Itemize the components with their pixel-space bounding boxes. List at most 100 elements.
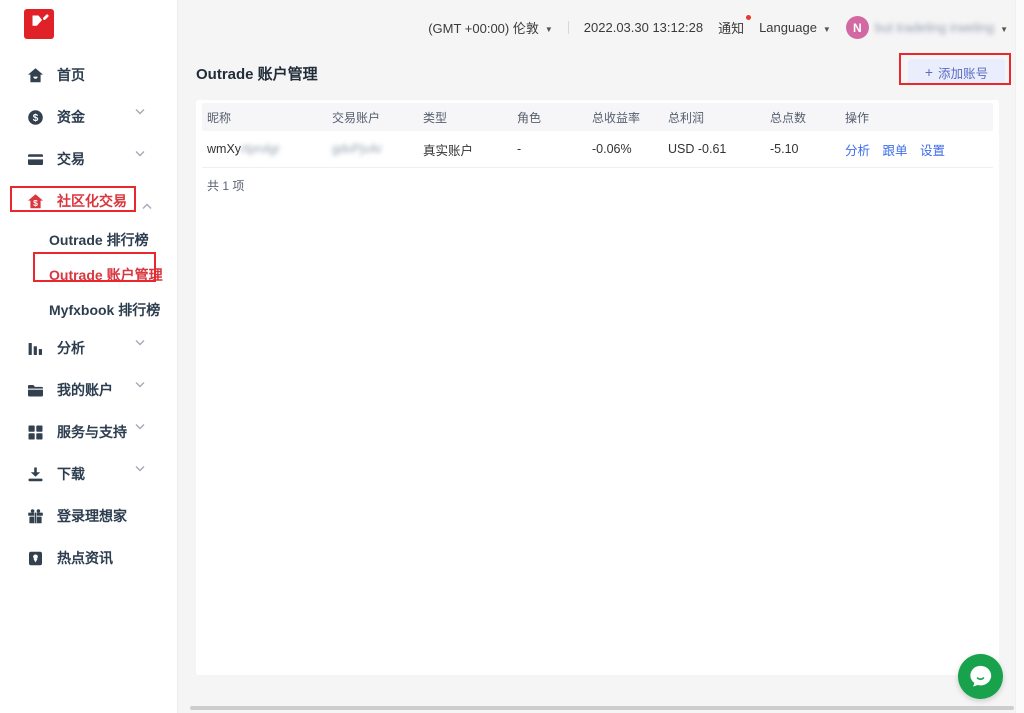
add-account-button[interactable]: + 添加账号: [908, 59, 1005, 85]
sidebar-item-label: 交易: [57, 149, 85, 169]
chevron-down-icon: [135, 466, 152, 483]
sidebar-subitem-label: Outrade 排行榜: [49, 230, 149, 250]
user-menu[interactable]: N but tradeling irweling: [846, 16, 1008, 39]
datetime-display: 2022.03.30 13:12:28: [584, 20, 703, 35]
sidebar-item-label: 分析: [57, 338, 85, 358]
svg-text:$: $: [33, 197, 38, 207]
sidebar-item-login-lixiangjia[interactable]: 登录理想家: [0, 495, 177, 537]
community-home-icon: $: [27, 193, 44, 210]
col-header-total-points: 总点数: [770, 109, 845, 126]
cell-actions: 分析 跟单 设置: [845, 140, 993, 159]
sidebar-item-label: 我的账户: [57, 380, 113, 400]
news-pin-icon: [27, 550, 44, 567]
sidebar-subitem-label: Myfxbook 排行榜: [49, 300, 160, 320]
add-account-button-label: 添加账号: [938, 63, 988, 82]
sidebar-item-label: 社区化交易: [57, 191, 127, 211]
chevron-down-icon: [135, 109, 152, 126]
col-header-nickname: 昵称: [207, 109, 332, 126]
language-selector[interactable]: Language: [759, 20, 831, 35]
download-icon: [27, 466, 44, 483]
live-chat-button[interactable]: [958, 654, 1003, 699]
col-header-role: 角色: [517, 109, 592, 126]
horizontal-scrollbar-thumb[interactable]: [190, 706, 1014, 710]
gift-icon: [27, 508, 44, 525]
action-link-settings[interactable]: 设置: [920, 144, 945, 158]
chevron-down-icon: [135, 382, 152, 399]
avatar: N: [846, 16, 869, 39]
sidebar-item-home[interactable]: 首页: [0, 54, 177, 96]
sidebar-item-analysis[interactable]: 分析: [0, 327, 177, 369]
action-link-copy-trade[interactable]: 跟单: [883, 144, 908, 158]
sidebar-item-label: 资金: [57, 107, 85, 127]
vertical-scrollbar-track[interactable]: [1015, 0, 1024, 713]
notifications-button[interactable]: 通知: [718, 18, 744, 37]
sidebar-item-services-support[interactable]: 服务与支持: [0, 411, 177, 453]
folder-icon: [27, 382, 44, 399]
datetime-text: 2022.03.30 13:12:28: [584, 20, 703, 35]
language-label: Language: [759, 20, 817, 35]
chevron-down-icon: [135, 340, 152, 357]
sidebar-item-label: 登录理想家: [57, 506, 127, 526]
sidebar-subitem-outrade-leaderboard[interactable]: Outrade 排行榜: [0, 222, 177, 257]
cell-role: -: [517, 142, 592, 156]
timezone-label: (GMT +00:00) 伦敦: [428, 18, 539, 37]
chat-bubble-icon: [967, 663, 994, 690]
table-header-row: 昵称 交易账户 类型 角色 总收益率 总利润 总点数 操作: [202, 103, 993, 131]
sidebar-subitem-outrade-account-management[interactable]: Outrade 账户管理: [0, 257, 177, 292]
sidebar-item-my-account[interactable]: 我的账户: [0, 369, 177, 411]
table-row: wmXyrtprvlgr gdvPjvAr 真实账户 - -0.06% USD …: [202, 131, 993, 168]
trade-card-icon: [27, 151, 44, 168]
page-title: Outrade 账户管理: [196, 63, 318, 84]
username-redacted: but tradeling irweling: [875, 20, 994, 35]
account-redacted: gdvPjvAr: [332, 142, 382, 156]
sidebar-subitem-label: Outrade 账户管理: [49, 265, 163, 285]
col-header-type: 类型: [423, 109, 517, 126]
community-submenu: Outrade 排行榜 Outrade 账户管理 Myfxbook 排行榜: [0, 222, 177, 327]
funds-icon: $: [27, 109, 44, 126]
sidebar-item-label: 下载: [57, 464, 85, 484]
caret-down-icon: [1000, 20, 1008, 35]
home-icon: [27, 67, 44, 84]
sidebar-item-label: 首页: [57, 65, 85, 85]
col-header-total-profit: 总利润: [668, 109, 770, 126]
nickname-redacted: rtprvlgr: [241, 142, 280, 156]
cell-nickname: wmXyrtprvlgr: [207, 142, 332, 156]
sidebar-subitem-myfxbook-leaderboard[interactable]: Myfxbook 排行榜: [0, 292, 177, 327]
sidebar-item-hot-news[interactable]: 热点资讯: [0, 537, 177, 579]
cell-total-return: -0.06%: [592, 142, 668, 156]
notifications-label: 通知: [718, 18, 744, 37]
accounts-table-panel: 昵称 交易账户 类型 角色 总收益率 总利润 总点数 操作 wmXyrtprvl…: [196, 100, 999, 675]
chevron-down-icon: [135, 424, 152, 441]
col-header-account: 交易账户: [332, 109, 423, 126]
svg-text:$: $: [33, 113, 39, 124]
bar-chart-icon: [27, 340, 44, 357]
sidebar-item-community-trading[interactable]: $ 社区化交易: [0, 180, 177, 222]
sidebar-menu: 首页 $ 资金 交易 $ 社区化交易 Outrade 排行榜 Outrade 账…: [0, 54, 177, 579]
table-total-count: 共 1 项: [196, 168, 999, 202]
caret-down-icon: [823, 20, 831, 35]
cell-type: 真实账户: [423, 140, 517, 159]
col-header-actions: 操作: [845, 109, 993, 126]
topbar: (GMT +00:00) 伦敦 2022.03.30 13:12:28 通知 L…: [178, 0, 1008, 55]
topbar-divider: [568, 21, 569, 34]
timezone-selector[interactable]: (GMT +00:00) 伦敦: [428, 18, 553, 37]
notification-dot-badge: [746, 15, 751, 20]
sidebar: 首页 $ 资金 交易 $ 社区化交易 Outrade 排行榜 Outrade 账…: [0, 0, 178, 713]
chevron-down-icon: [135, 151, 152, 168]
action-link-analysis[interactable]: 分析: [845, 144, 870, 158]
chevron-up-icon: [135, 193, 152, 210]
sidebar-item-download[interactable]: 下载: [0, 453, 177, 495]
plus-icon: +: [925, 65, 933, 79]
sidebar-item-trade[interactable]: 交易: [0, 138, 177, 180]
cell-total-points: -5.10: [770, 142, 845, 156]
cell-account: gdvPjvAr: [332, 142, 423, 156]
sidebar-item-funds[interactable]: $ 资金: [0, 96, 177, 138]
grid-icon: [27, 424, 44, 441]
sidebar-item-label: 服务与支持: [57, 422, 127, 442]
sidebar-item-label: 热点资讯: [57, 548, 113, 568]
app-logo-icon[interactable]: [24, 9, 54, 39]
cell-total-profit: USD -0.61: [668, 142, 770, 156]
nickname-visible: wmXy: [207, 142, 241, 156]
col-header-total-return: 总收益率: [592, 109, 668, 126]
caret-down-icon: [545, 20, 553, 35]
